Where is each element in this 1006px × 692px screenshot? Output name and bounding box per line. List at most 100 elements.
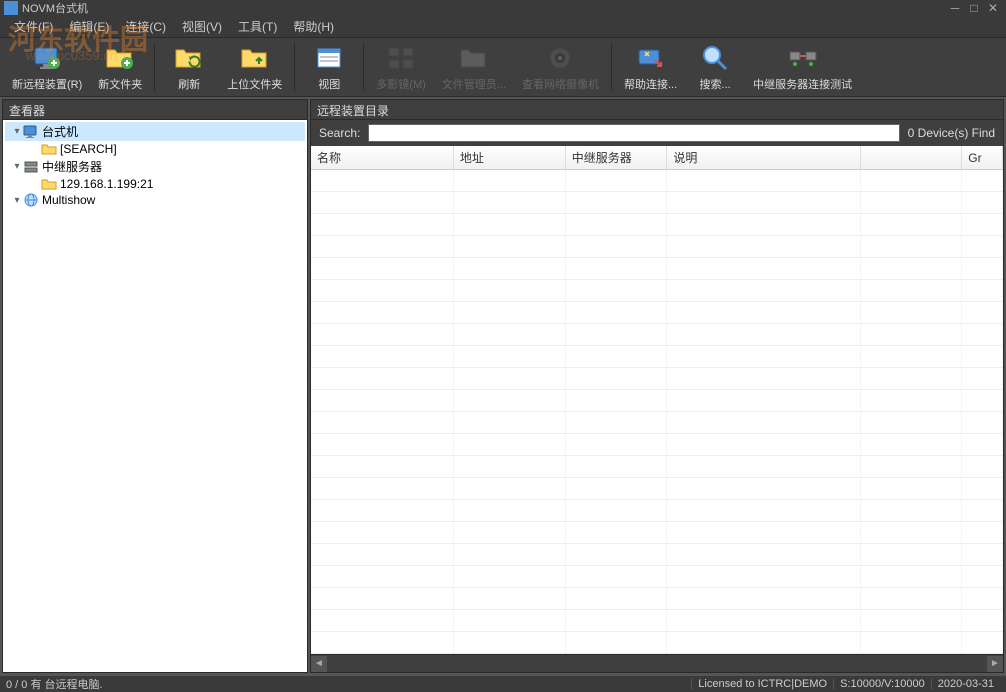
- toolbar-label: 中继服务器连接测试: [753, 76, 852, 92]
- tree-item-label: 129.168.1.199:21: [60, 177, 153, 191]
- col-group[interactable]: Gr: [962, 146, 1003, 170]
- toolbar-label: 帮助连接...: [624, 76, 677, 92]
- main-area: 查看器 ▾台式机 [SEARCH]▾中继服务器 129.168.1.199:21…: [0, 97, 1006, 675]
- list-view-icon: [313, 42, 345, 74]
- toolbar-label: 多影镜(M): [376, 76, 426, 92]
- table-row[interactable]: [311, 588, 1003, 610]
- folder-icon: [41, 177, 57, 191]
- titlebar: NOVM台式机 ─ □ ✕: [0, 0, 1006, 16]
- col-relay[interactable]: 中继服务器: [565, 146, 667, 170]
- toolbar-label: 上位文件夹: [227, 76, 282, 92]
- tree-toggle[interactable]: ▾: [11, 126, 23, 137]
- view-button[interactable]: 视图: [299, 39, 359, 95]
- multicast-button[interactable]: 多影镜(M): [368, 39, 434, 95]
- folder-refresh-icon: [173, 42, 205, 74]
- table-row[interactable]: [311, 324, 1003, 346]
- tree-toggle[interactable]: ▾: [11, 161, 23, 172]
- table-row[interactable]: [311, 170, 1003, 192]
- device-table: 名称 地址 中继服务器 说明 Gr: [311, 146, 1003, 654]
- globe-icon: [23, 193, 39, 207]
- col-desc[interactable]: 说明: [667, 146, 860, 170]
- search-input[interactable]: [368, 124, 899, 142]
- col-address[interactable]: 地址: [453, 146, 565, 170]
- tree-item[interactable]: [SEARCH]: [5, 141, 305, 157]
- table-row[interactable]: [311, 434, 1003, 456]
- relay-test-button[interactable]: 中继服务器连接测试: [745, 39, 860, 95]
- menu-help[interactable]: 帮助(H): [285, 16, 342, 37]
- tree-view[interactable]: ▾ 台式机 [SEARCH] ▾ 中继服务器 129.168.1.199:21 ▾ Mul…: [3, 120, 307, 672]
- new-folder-button[interactable]: 新文件夹: [90, 39, 150, 95]
- separator: [611, 43, 612, 91]
- separator: [294, 43, 295, 91]
- tree-item[interactable]: 129.168.1.199:21: [5, 176, 305, 192]
- table-row[interactable]: [311, 280, 1003, 302]
- menu-connect[interactable]: 连接(C): [117, 16, 174, 37]
- parent-folder-button[interactable]: 上位文件夹: [219, 39, 290, 95]
- col-name[interactable]: 名称: [311, 146, 453, 170]
- help-connect-icon: [635, 42, 667, 74]
- camera-icon: [544, 42, 576, 74]
- tree-item-label: [SEARCH]: [60, 142, 117, 156]
- tree-item[interactable]: ▾ 中继服务器: [5, 157, 305, 176]
- table-row[interactable]: [311, 258, 1003, 280]
- tree-item[interactable]: ▾ 台式机: [5, 122, 305, 141]
- tree-item[interactable]: ▾ Multishow: [5, 192, 305, 208]
- table-row[interactable]: [311, 412, 1003, 434]
- search-label: Search:: [319, 126, 360, 140]
- table-row[interactable]: [311, 610, 1003, 632]
- scroll-left-button[interactable]: ◄: [311, 656, 327, 672]
- new-remote-button[interactable]: 新远程装置(R): [4, 39, 90, 95]
- folder-icon: [41, 142, 57, 156]
- table-row[interactable]: [311, 192, 1003, 214]
- view-ipcam-button[interactable]: 查看网络摄像机: [514, 39, 607, 95]
- menu-view[interactable]: 视图(V): [174, 16, 230, 37]
- horizontal-scrollbar[interactable]: ◄ ►: [311, 654, 1003, 672]
- close-button[interactable]: ✕: [984, 1, 1002, 15]
- maximize-button[interactable]: □: [965, 1, 983, 15]
- multicast-icon: [385, 42, 417, 74]
- table-row[interactable]: [311, 566, 1003, 588]
- table-row[interactable]: [311, 632, 1003, 654]
- refresh-button[interactable]: 刷新: [159, 39, 219, 95]
- toolbar-label: 文件管理员...: [442, 76, 506, 92]
- table-row[interactable]: [311, 302, 1003, 324]
- tree-item-label: 台式机: [42, 123, 78, 140]
- menu-file[interactable]: 文件(F): [6, 16, 61, 37]
- table-row[interactable]: [311, 214, 1003, 236]
- file-manager-icon: [458, 42, 490, 74]
- table-row[interactable]: [311, 236, 1003, 258]
- right-panel: 远程装置目录 Search: 0 Device(s) Find 名称 地址 中继…: [310, 99, 1004, 673]
- search-button[interactable]: 搜索...: [685, 39, 745, 95]
- table-row[interactable]: [311, 346, 1003, 368]
- minimize-button[interactable]: ─: [946, 1, 964, 15]
- folder-up-icon: [239, 42, 271, 74]
- table-row[interactable]: [311, 456, 1003, 478]
- table-row[interactable]: [311, 390, 1003, 412]
- table-row[interactable]: [311, 544, 1003, 566]
- toolbar-label: 刷新: [178, 76, 200, 92]
- menu-tools[interactable]: 工具(T): [230, 16, 285, 37]
- folder-add-icon: [104, 42, 136, 74]
- col-empty[interactable]: [860, 146, 962, 170]
- file-manager-button[interactable]: 文件管理员...: [434, 39, 514, 95]
- menu-edit[interactable]: 编辑(E): [61, 16, 117, 37]
- table-row[interactable]: [311, 500, 1003, 522]
- statusbar: 0 / 0 有 台远程电脑. Licensed to ICTRC|DEMO S:…: [0, 675, 1006, 692]
- help-connect-button[interactable]: 帮助连接...: [616, 39, 685, 95]
- server-icon: [23, 160, 39, 174]
- search-icon: [699, 42, 731, 74]
- tree-item-label: Multishow: [42, 193, 95, 207]
- status-license: Licensed to ICTRC|DEMO: [691, 678, 833, 690]
- table-row[interactable]: [311, 368, 1003, 390]
- tree-item-label: 中继服务器: [42, 158, 102, 175]
- grid-area[interactable]: 名称 地址 中继服务器 说明 Gr: [311, 146, 1003, 654]
- status-left: 0 / 0 有 台远程电脑.: [6, 676, 103, 692]
- monitor-add-icon: [31, 42, 63, 74]
- status-version: S:10000/V:10000: [833, 678, 931, 690]
- table-row[interactable]: [311, 522, 1003, 544]
- tree-toggle[interactable]: ▾: [11, 195, 23, 206]
- app-icon: [4, 1, 18, 15]
- left-panel: 查看器 ▾台式机 [SEARCH]▾中继服务器 129.168.1.199:21…: [2, 99, 308, 673]
- table-row[interactable]: [311, 478, 1003, 500]
- scroll-right-button[interactable]: ►: [987, 656, 1003, 672]
